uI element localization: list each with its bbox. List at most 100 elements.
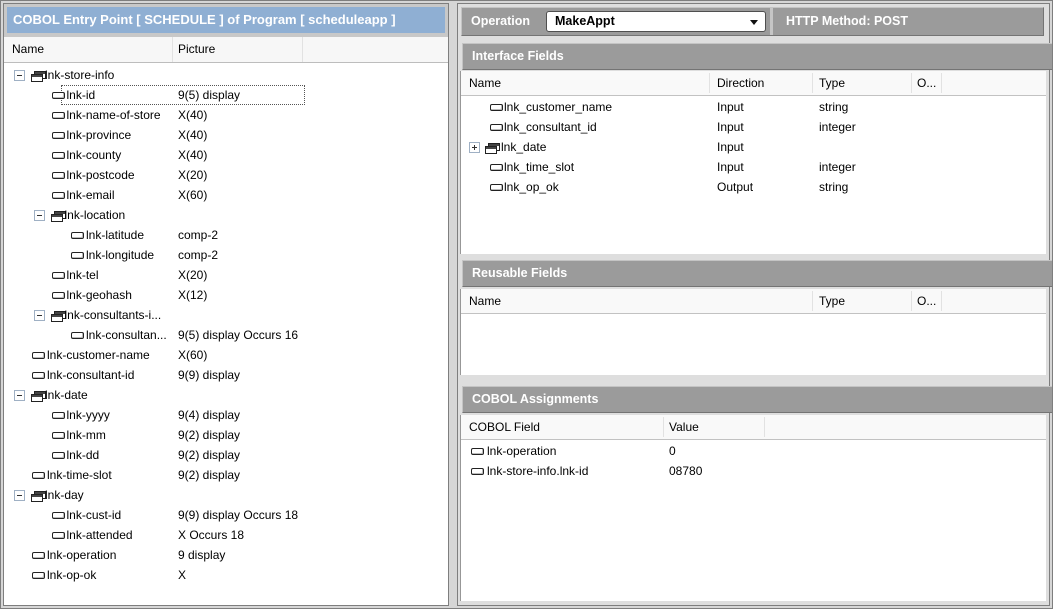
interface-field-row[interactable]: lnk_dateInput [461,137,1046,157]
column-header-picture: Picture [178,37,215,61]
field-name: lnk-time-slot [47,465,112,485]
field-icon [490,184,503,191]
collapse-minus-icon[interactable] [34,310,45,321]
tree-row[interactable]: lnk-emailX(60) [4,185,448,205]
tree-row[interactable]: lnk-location [4,205,448,225]
cobol-assignments-section: COBOL Assignments COBOL Field Value lnk-… [458,382,1049,604]
operation-toolbar: Operation MakeAppt HTTP Method: POST [461,7,1044,36]
field-name: lnk-yyyy [67,405,110,425]
field-icon [71,232,84,239]
field-icon [471,448,484,455]
column-header-direction: Direction [717,71,764,95]
tree-row[interactable]: lnk-tel X(20) [4,265,448,285]
tree-row[interactable]: lnk-provinceX(40) [4,125,448,145]
field-icon [32,472,45,479]
tree-row[interactable]: lnk-dd9(2) display [4,445,448,465]
field-icon [52,452,65,459]
collapse-minus-icon[interactable] [14,70,25,81]
field-name: lnk_consultant_id [504,117,597,137]
column-header-name: Name [469,71,501,95]
field-name: lnk-postcode [67,165,135,185]
tree-row[interactable]: lnk-consultants-i... [4,305,448,325]
field-type: string [819,97,848,117]
tree-row[interactable]: lnk-date [4,385,448,405]
cobol-assignment-row[interactable]: lnk-operation0 [461,441,1046,461]
reusable-fields-table: Name Type O... [460,289,1046,375]
left-table-column-header: Name Picture [4,37,448,63]
field-icon [71,332,84,339]
left-panel-header-frame: COBOL Entry Point [ SCHEDULE ] of Progra… [4,4,448,37]
toolbar-separator [770,8,773,35]
field-name: lnk-geohash [67,285,132,305]
operation-dropdown[interactable]: MakeAppt [546,11,766,32]
field-picture: X(60) [178,185,207,205]
interface-field-row[interactable]: lnk_customer_nameInputstring [461,97,1046,117]
tree-row[interactable]: lnk-longitudecomp-2 [4,245,448,265]
tree-row[interactable]: lnk-customer-nameX(60) [4,345,448,365]
interface-field-row[interactable]: lnk_consultant_idInputinteger [461,117,1046,137]
group-node-icon [31,69,46,81]
interface-field-row[interactable]: lnk_op_okOutputstring [461,177,1046,197]
field-name: lnk_time_slot [504,157,574,177]
field-icon [52,432,65,439]
tree-row[interactable]: lnk-day [4,485,448,505]
tree-row[interactable]: lnk-geohash X(12) [4,285,448,305]
field-picture: X(20) [178,265,207,285]
field-direction: Output [717,177,753,197]
field-picture: X(40) [178,145,207,165]
reusable-fields-column-header: Name Type O... [461,289,1046,314]
tree-row[interactable]: lnk-mm9(2) display [4,425,448,445]
column-separator [941,73,942,93]
cobol-assignment-row[interactable]: lnk-store-info.lnk-id08780 [461,461,1046,481]
field-picture: X(60) [178,345,207,365]
field-icon [32,552,45,559]
field-picture: 9 display [178,545,225,565]
field-type: integer [819,157,856,177]
tree-row[interactable]: lnk-cust-id9(9) display Occurs 18 [4,505,448,525]
tree-row[interactable]: lnk-attendedX Occurs 18 [4,525,448,545]
tree-row[interactable]: lnk-latitudecomp-2 [4,225,448,245]
column-header-value: Value [669,415,699,439]
cobol-field-value: 08780 [669,461,702,481]
interface-field-row[interactable]: lnk_time_slotInputinteger [461,157,1046,177]
field-name: lnk-tel [67,265,99,285]
field-icon [52,272,65,279]
field-name: lnk-store-info [45,65,114,85]
collapse-minus-icon[interactable] [14,390,25,401]
field-direction: Input [717,137,744,157]
tree-row[interactable]: lnk-yyyy9(4) display [4,405,448,425]
field-name: lnk-attended [67,525,133,545]
field-name: lnk_customer_name [504,97,612,117]
tree-row[interactable]: lnk-op-okX [4,565,448,585]
column-header-type: Type [819,289,845,313]
field-icon [32,572,45,579]
collapse-minus-icon[interactable] [14,490,25,501]
tree-row[interactable]: lnk-name-of-storeX(40) [4,105,448,125]
tree-row[interactable]: lnk-operation9 display [4,545,448,565]
tree-row[interactable]: lnk-consultan...9(5) display Occurs 16 [4,325,448,345]
field-icon [71,252,84,259]
cobol-entry-point-panel: COBOL Entry Point [ SCHEDULE ] of Progra… [3,3,449,606]
field-picture: comp-2 [178,245,218,265]
column-separator [911,291,912,311]
group-node-icon [485,141,500,153]
field-name: lnk-day [45,485,84,505]
column-header-type: Type [819,71,845,95]
column-header-cobol-field: COBOL Field [469,415,540,439]
tree-row[interactable]: lnk-postcodeX(20) [4,165,448,185]
tree-row[interactable]: lnk-time-slot9(2) display [4,465,448,485]
interface-fields-section: Interface Fields Name Direction Type O..… [458,37,1049,256]
field-name: lnk-province [67,125,132,145]
group-node-icon [51,209,66,221]
left-tree: lnk-store-infolnk-id9(5) displaylnk-name… [4,63,448,605]
tree-row[interactable]: lnk-id9(5) display [4,85,448,105]
expand-plus-icon[interactable] [469,142,480,153]
collapse-minus-icon[interactable] [34,210,45,221]
tree-row[interactable]: lnk-consultant-id9(9) display [4,365,448,385]
field-name: lnk-consultant-id [47,365,134,385]
field-picture: X(12) [178,285,207,305]
field-icon [490,164,503,171]
chevron-down-icon [750,20,758,25]
tree-row[interactable]: lnk-countyX(40) [4,145,448,165]
tree-row[interactable]: lnk-store-info [4,65,448,85]
